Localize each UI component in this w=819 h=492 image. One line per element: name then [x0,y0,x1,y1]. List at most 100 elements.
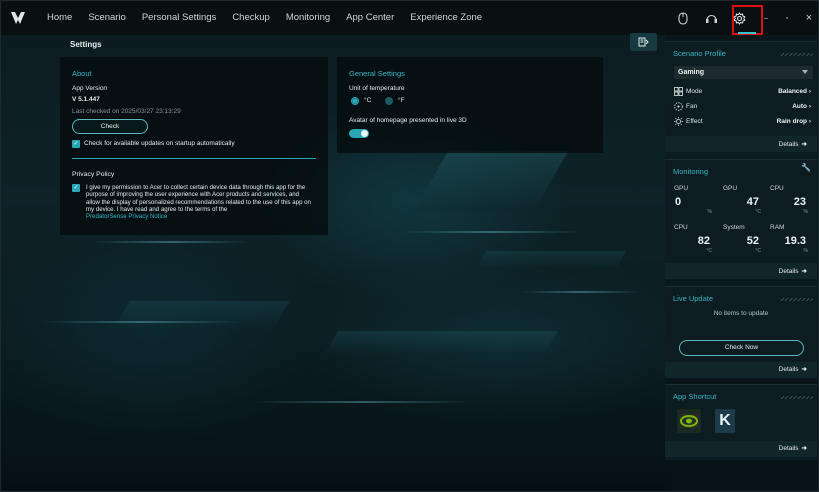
active-tab-indicator [738,32,756,34]
headset-icon[interactable] [700,7,722,29]
live-3d-avatar-toggle[interactable] [349,129,369,138]
mode-icon [674,87,683,96]
details-label: Details [778,268,799,275]
monitor-value: 19.3 [784,235,806,247]
top-navigation-bar: Home Scenario Personal Settings Checkup … [1,1,818,35]
background-streak [91,241,251,243]
monitor-value: 82 [697,235,710,247]
background-streak [41,321,241,323]
wrench-icon[interactable]: 🔧 [801,163,811,172]
fan-icon [674,102,683,111]
privacy-consent-checkbox[interactable]: ✓ [72,184,80,192]
section-hatch-decoration [779,53,813,56]
arrow-right-icon: ➜ [801,366,807,373]
effect-label: Effect [686,118,703,125]
no-updates-text: No items to update [713,310,769,317]
live-update-details-link[interactable]: Details ➜ [779,365,807,373]
background-streak [401,231,581,233]
monitor-name: CPU [770,185,784,192]
fan-label: Fan [686,103,698,110]
monitoring-heading: Monitoring [673,167,709,176]
predatorsense-window: Home Scenario Personal Settings Checkup … [0,0,819,492]
monitor-tile: System 52 °C [721,224,761,258]
nav-checkup[interactable]: Checkup [224,1,278,35]
app-version-value: V 5.1.447 [72,96,100,103]
monitor-tile: RAM 19.3% [768,224,808,258]
live-update-section: Live Update No items to update Details ➜ [665,286,817,378]
last-checked-text: Last checked on 2025/03/27 23:13:29 [72,108,181,115]
nav-app-center[interactable]: App Center [338,1,402,35]
monitor-unit: % [803,248,808,254]
monitor-name: System [723,224,745,231]
predator-logo-icon [1,1,35,35]
k-app-icon[interactable]: K [715,409,735,433]
monitor-unit: % [803,209,808,215]
about-heading: About [72,69,92,78]
nav-personal-settings[interactable]: Personal Settings [134,1,224,35]
monitor-tile: CPU 82 °C [672,224,712,258]
monitor-name: RAM [770,224,785,231]
collapse-sidebar-icon[interactable] [630,33,657,51]
mode-value: Balanced › [778,88,811,95]
check-now-button[interactable]: Check Now [679,340,804,356]
monitor-tile: CPU 23% [768,185,808,219]
main-nav: Home Scenario Personal Settings Checkup … [39,1,490,35]
effect-row[interactable]: Effect Rain drop › [674,116,813,129]
nvidia-icon[interactable] [677,409,701,433]
close-button[interactable]: × [798,7,818,29]
monitor-unit: % [707,209,712,215]
scenario-profile-select[interactable]: Gaming [674,66,813,79]
monitor-unit: °C [755,248,761,254]
nav-monitoring[interactable]: Monitoring [278,1,338,35]
auto-check-label: Check for available updates on startup a… [84,140,235,147]
background-streak [112,301,290,331]
monitor-tile: GPU 47 °C [721,185,761,219]
celsius-radio[interactable] [351,97,359,105]
nav-scenario[interactable]: Scenario [80,1,134,35]
arrow-right-icon: ➜ [801,445,807,452]
scenario-details-link[interactable]: Details ➜ [779,140,807,148]
mouse-icon[interactable] [672,7,694,29]
page-title: Settings [70,40,102,49]
nav-home[interactable]: Home [39,1,80,35]
fahrenheit-radio[interactable] [385,97,393,105]
background-streak [324,331,558,355]
app-shortcut-heading: App Shortcut [673,392,717,401]
section-hatch-decoration [779,396,813,399]
app-shortcut-section: App Shortcut K Details ➜ [665,384,817,460]
settings-highlight-box [732,5,763,35]
effect-value-text: Rain drop [776,118,808,125]
details-label: Details [778,366,799,373]
maximize-button[interactable]: ▫ [776,7,798,29]
mode-row[interactable]: Mode Balanced › [674,86,813,99]
details-label: Details [778,141,799,148]
monitoring-details-link[interactable]: Details ➜ [779,267,807,275]
monitor-value: 0 [675,196,682,208]
arrow-right-icon: ➜ [801,141,807,148]
monitor-tile: GPU 0% [672,185,712,219]
mode-value-text: Balanced [778,88,808,95]
scenario-profile-heading: Scenario Profile [673,49,726,58]
fan-value: Auto › [792,103,811,110]
fan-row[interactable]: Fan Auto › [674,101,813,114]
celsius-label: °C [364,97,372,104]
monitor-value: 23 [793,196,806,208]
live-update-heading: Live Update [673,294,714,303]
section-hatch-decoration [779,298,813,301]
temperature-unit-label: Unit of temperature [349,85,405,92]
scenario-profile-section: Scenario Profile Details ➜ [665,41,817,157]
check-button[interactable]: Check [72,119,148,134]
monitor-value: 52 [746,235,759,247]
auto-check-checkbox[interactable]: ✓ [72,140,80,148]
shortcut-details-link[interactable]: Details ➜ [779,444,807,452]
nav-experience-zone[interactable]: Experience Zone [402,1,490,35]
arrow-right-icon: ➜ [801,268,807,275]
privacy-text: I give my permission to Acer to collect … [86,184,311,213]
monitor-unit: °C [706,248,712,254]
effect-icon [674,117,683,126]
privacy-notice-link[interactable]: PredatorSense Privacy Notice [86,213,314,220]
monitor-name: GPU [674,185,689,192]
monitoring-section: Monitoring 🔧 Details ➜ [665,159,817,279]
general-settings-card: General Settings Unit of temperature °C … [337,57,603,153]
monitor-value: 47 [746,196,759,208]
